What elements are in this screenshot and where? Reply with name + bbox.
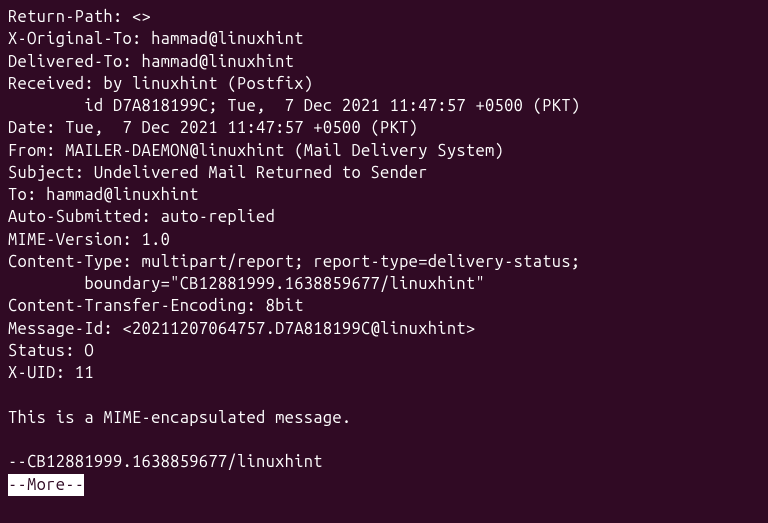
more-prompt[interactable]: --More-- — [8, 474, 84, 496]
body-text: This is a MIME-encapsulated message. — [8, 407, 760, 429]
header-content-transfer-encoding: Content-Transfer-Encoding: 8bit — [8, 295, 760, 317]
blank-line — [8, 385, 760, 407]
header-from: From: MAILER-DAEMON@linuxhint (Mail Deli… — [8, 140, 760, 162]
header-return-path: Return-Path: <> — [8, 6, 760, 28]
header-content-type-line1: Content-Type: multipart/report; report-t… — [8, 251, 760, 273]
header-delivered-to: Delivered-To: hammad@linuxhint — [8, 51, 760, 73]
header-x-uid: X-UID: 11 — [8, 362, 760, 384]
header-x-original-to: X-Original-To: hammad@linuxhint — [8, 28, 760, 50]
blank-line — [8, 429, 760, 451]
header-received-line1: Received: by linuxhint (Postfix) — [8, 73, 760, 95]
header-to: To: hammad@linuxhint — [8, 184, 760, 206]
mime-boundary: --CB12881999.1638859677/linuxhint — [8, 451, 760, 473]
header-message-id: Message-Id: <20211207064757.D7A818199C@l… — [8, 318, 760, 340]
header-subject: Subject: Undelivered Mail Returned to Se… — [8, 162, 760, 184]
header-content-type-line2: boundary="CB12881999.1638859677/linuxhin… — [8, 273, 760, 295]
header-auto-submitted: Auto-Submitted: auto-replied — [8, 206, 760, 228]
header-mime-version: MIME-Version: 1.0 — [8, 229, 760, 251]
header-received-line2: id D7A818199C; Tue, 7 Dec 2021 11:47:57 … — [8, 95, 760, 117]
terminal-output: Return-Path: <> X-Original-To: hammad@li… — [8, 6, 760, 496]
pager-line[interactable]: --More-- — [8, 474, 760, 496]
header-date: Date: Tue, 7 Dec 2021 11:47:57 +0500 (PK… — [8, 117, 760, 139]
header-status: Status: O — [8, 340, 760, 362]
